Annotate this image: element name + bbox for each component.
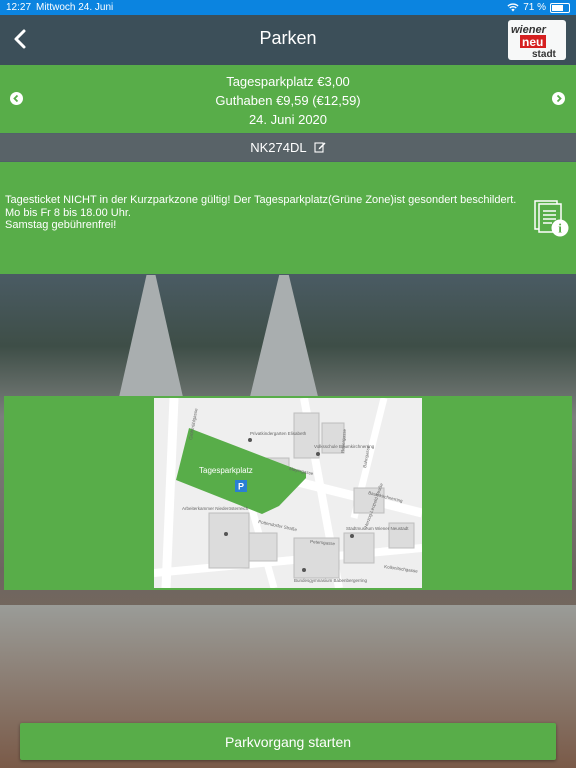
zone-price: Tagesparkplatz €3,00 <box>226 74 350 89</box>
zone-date: 24. Juni 2020 <box>248 112 328 127</box>
logo-word-3: stadt <box>532 49 557 60</box>
map-poi-label: Privatkindergarten Elisabeth <box>250 431 307 436</box>
info-document-icon[interactable]: i <box>534 200 570 238</box>
zone-panel: Tagesparkplatz €3,00 Guthaben €9,59 (€12… <box>0 65 576 133</box>
parking-symbol: P <box>238 482 244 492</box>
license-plate-row[interactable]: NK274DL <box>0 134 576 161</box>
wifi-icon <box>507 3 519 12</box>
map-poi-label: Bundesgymnasium Babenbergerring <box>294 578 368 583</box>
page-title: Parken <box>259 28 317 48</box>
battery-icon <box>550 2 570 13</box>
parking-map[interactable]: Tagesparkplatz P Gröhmühlgasse Mayergass… <box>154 398 422 588</box>
prev-arrow-icon[interactable] <box>10 92 23 105</box>
battery-level: 71 % <box>523 2 546 13</box>
wiener-neustadt-logo: wiener neu stadt <box>508 20 566 60</box>
map-poi-label: Stadtmuseum Wiener Neustadt <box>346 526 409 531</box>
license-plate: NK274DL <box>250 140 307 155</box>
info-line-2: Mo bis Fr 8 bis 18.00 Uhr. <box>5 206 131 219</box>
svg-text:i: i <box>558 221 562 236</box>
info-panel: Tagesticket NICHT in der Kurzparkzone gü… <box>0 162 576 274</box>
start-parking-button[interactable]: Parkvorgang starten <box>20 723 556 760</box>
status-date: Mittwoch 24. Juni <box>36 2 114 13</box>
map-container: Tagesparkplatz P Gröhmühlgasse Mayergass… <box>4 396 572 590</box>
info-line-1: Tagesticket NICHT in der Kurzparkzone gü… <box>5 194 517 206</box>
edit-icon[interactable] <box>314 135 326 162</box>
logo-word-2: neu <box>522 35 543 49</box>
nav-bar: Parken wiener neu stadt <box>0 15 576 65</box>
next-arrow-icon[interactable] <box>552 92 565 105</box>
info-text: Tagesticket NICHT in der Kurzparkzone gü… <box>5 194 525 232</box>
map-poi-label: Volksschule Baumkirchnerring <box>314 444 375 449</box>
zone-balance: Guthaben €9,59 (€12,59) <box>215 93 361 108</box>
info-line-3: Samstag gebührenfrei! <box>5 219 117 231</box>
status-time: 12:27 <box>6 2 32 13</box>
map-poi-label: Arbeiterkammer Niederösterreich <box>182 506 249 511</box>
status-bar: 12:27 Mittwoch 24. Juni 71 % <box>0 0 576 15</box>
status-right: 71 % <box>507 2 570 13</box>
parking-area-label: Tagesparkplatz <box>199 466 253 475</box>
